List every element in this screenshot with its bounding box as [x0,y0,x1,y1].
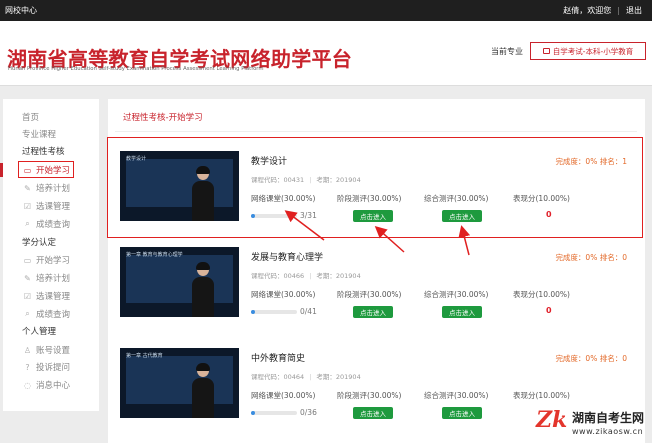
watermark-logo: Zk [536,407,568,433]
watermark: Zk 湖南自考生网 www.zikaosw.cn [536,405,648,441]
annotation-arrows [284,210,471,256]
arrow-to-stage-button [374,226,405,253]
arrow-to-online-class [284,210,325,241]
arrow-to-comprehensive-button [458,225,471,256]
watermark-url: www.zikaosw.cn [572,427,644,436]
watermark-name: 湖南自考生网 [572,411,645,425]
